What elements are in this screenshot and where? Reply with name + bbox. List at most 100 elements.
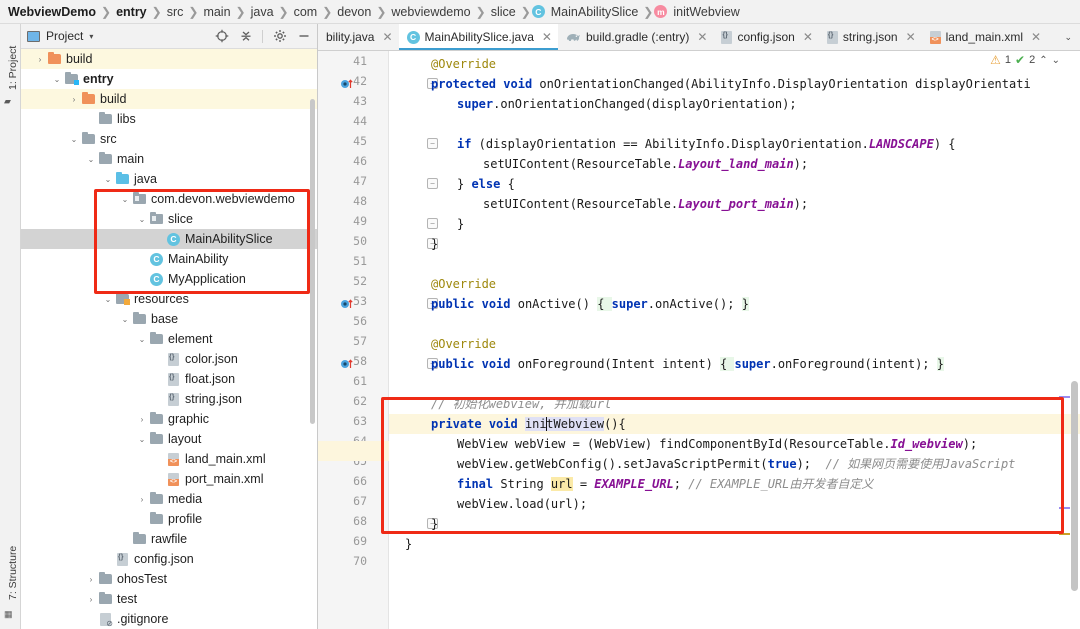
editor-tab-bility-java[interactable]: bility.java✕	[318, 24, 399, 50]
project-tree-scrollbar[interactable]	[310, 99, 315, 424]
code-lines[interactable]: @Overrideprotected void onOrientationCha…	[389, 51, 1080, 629]
tree-item-element[interactable]: ⌄element	[21, 329, 317, 349]
tree-item-com-devon-webviewdemo[interactable]: ⌄com.devon.webviewdemo	[21, 189, 317, 209]
line-number[interactable]: 43	[318, 94, 367, 108]
code-line-43[interactable]: super.onOrientationChanged(displayOrient…	[405, 94, 797, 114]
code-line-41[interactable]: @Override	[405, 54, 496, 74]
tab-overflow-chevron-icon[interactable]: ⌄	[1056, 24, 1080, 50]
breadcrumb-item-java[interactable]: java	[247, 5, 278, 19]
editor-tab-config-json[interactable]: config.json✕	[713, 24, 818, 50]
chevron-down-icon[interactable]: ⌄	[119, 315, 131, 324]
editor-tab-string-json[interactable]: string.json✕	[819, 24, 922, 50]
breadcrumb-item-initwebview[interactable]: minitWebview	[654, 5, 743, 19]
line-number[interactable]: 44	[318, 114, 367, 128]
editor-tab-land-main-xml[interactable]: land_main.xml✕	[922, 24, 1047, 50]
line-number[interactable]: 63	[318, 414, 367, 428]
line-number[interactable]: 46	[318, 154, 367, 168]
tree-item-land-main-xml[interactable]: land_main.xml	[21, 449, 317, 469]
line-number[interactable]: 51	[318, 254, 367, 268]
chevron-down-icon[interactable]: ⌄	[51, 75, 63, 84]
code-line-42[interactable]: protected void onOrientationChanged(Abil…	[405, 74, 1031, 94]
code-line-66[interactable]: final String url = EXAMPLE_URL; // EXAMP…	[405, 474, 873, 494]
line-number[interactable]: 57	[318, 334, 367, 348]
tree-item-color-json[interactable]: color.json	[21, 349, 317, 369]
tree-item-src[interactable]: ⌄src	[21, 129, 317, 149]
tree-item--gitignore[interactable]: .gitignore	[21, 609, 317, 629]
code-line-62[interactable]: // 初始化webview, 并加载url	[405, 394, 611, 414]
tree-item-build[interactable]: ›build	[21, 89, 317, 109]
breadcrumb-item-devon[interactable]: devon	[333, 5, 375, 19]
code-line-65[interactable]: webView.getWebConfig().setJavaScriptPerm…	[405, 454, 1015, 474]
chevron-right-icon[interactable]: ›	[136, 415, 148, 424]
tree-item-mainability[interactable]: CMainAbility	[21, 249, 317, 269]
chevron-right-icon[interactable]: ›	[85, 595, 97, 604]
line-number[interactable]: 62	[318, 394, 367, 408]
breadcrumb-item-mainabilityslice[interactable]: CMainAbilitySlice	[532, 5, 643, 19]
code-line-47[interactable]: } else {	[405, 174, 515, 194]
code-line-50[interactable]: }	[405, 234, 438, 254]
tree-item-rawfile[interactable]: rawfile	[21, 529, 317, 549]
settings-gear-icon[interactable]	[272, 29, 287, 44]
tree-item-build[interactable]: ›build	[21, 49, 317, 69]
tree-item-string-json[interactable]: string.json	[21, 389, 317, 409]
tree-item-java[interactable]: ⌄java	[21, 169, 317, 189]
code-line-63[interactable]: private void initWebview(){	[405, 414, 626, 434]
chevron-down-icon[interactable]: ⌄	[119, 195, 131, 204]
breadcrumb-item-webviewdemo[interactable]: webviewdemo	[387, 5, 474, 19]
code-line-45[interactable]: if (displayOrientation == AbilityInfo.Di…	[405, 134, 956, 154]
code-folding-gutter[interactable]: −−−−−−−−−	[371, 51, 389, 629]
chevron-down-icon[interactable]: ⌄	[1052, 55, 1060, 66]
inspection-widget[interactable]: ⚠ 1 ✔ 2 ⌃ ⌄	[990, 53, 1060, 67]
code-line-46[interactable]: setUIContent(ResourceTable.Layout_land_m…	[405, 154, 808, 174]
chevron-up-icon[interactable]: ⌃	[1039, 55, 1047, 66]
line-number[interactable]: 66	[318, 474, 367, 488]
rail-item-project[interactable]: 1: Project	[7, 30, 19, 90]
breadcrumb-item-src[interactable]: src	[163, 5, 188, 19]
line-number[interactable]: 47	[318, 174, 367, 188]
editor-tab-mainabilityslice-java[interactable]: CMainAbilitySlice.java✕	[399, 24, 558, 50]
override-method-gutter-icon[interactable]	[340, 77, 354, 91]
close-icon[interactable]: ✕	[697, 30, 707, 44]
chevron-right-icon[interactable]: ›	[34, 55, 46, 64]
code-line-69[interactable]: }	[405, 534, 412, 554]
line-number[interactable]: 50	[318, 234, 367, 248]
tree-item-base[interactable]: ⌄base	[21, 309, 317, 329]
tree-item-media[interactable]: ›media	[21, 489, 317, 509]
code-line-68[interactable]: }	[405, 514, 438, 534]
tree-item-libs[interactable]: libs	[21, 109, 317, 129]
chevron-right-icon[interactable]: ›	[136, 495, 148, 504]
tree-item-myapplication[interactable]: CMyApplication	[21, 269, 317, 289]
rail-item-structure[interactable]: 7: Structure	[7, 540, 19, 600]
line-number[interactable]: 52	[318, 274, 367, 288]
line-number[interactable]: 45	[318, 134, 367, 148]
tree-item-layout[interactable]: ⌄layout	[21, 429, 317, 449]
line-number[interactable]: 70	[318, 554, 367, 568]
tree-item-resources[interactable]: ⌄resources	[21, 289, 317, 309]
breadcrumb-item-com[interactable]: com	[290, 5, 322, 19]
collapse-all-icon[interactable]	[238, 29, 253, 44]
code-line-67[interactable]: webView.load(url);	[405, 494, 587, 514]
tree-item-graphic[interactable]: ›graphic	[21, 409, 317, 429]
minimize-icon[interactable]	[296, 29, 311, 44]
code-line-52[interactable]: @Override	[405, 274, 496, 294]
tree-item-main[interactable]: ⌄main	[21, 149, 317, 169]
tree-item-test[interactable]: ›test	[21, 589, 317, 609]
tree-item-slice[interactable]: ⌄slice	[21, 209, 317, 229]
line-number[interactable]: 67	[318, 494, 367, 508]
editor-tab-build-gradle-entry-[interactable]: build.gradle (:entry)✕	[558, 24, 713, 50]
tree-item-config-json[interactable]: config.json	[21, 549, 317, 569]
tree-item-ohostest[interactable]: ›ohosTest	[21, 569, 317, 589]
line-number[interactable]: 61	[318, 374, 367, 388]
close-icon[interactable]: ✕	[542, 30, 552, 44]
line-number[interactable]: 68	[318, 514, 367, 528]
chevron-right-icon[interactable]: ›	[85, 575, 97, 584]
close-icon[interactable]: ✕	[906, 30, 916, 44]
line-number[interactable]: 49	[318, 214, 367, 228]
project-tree[interactable]: ›build⌄entry›buildlibs⌄src⌄main⌄java⌄com…	[21, 49, 317, 629]
chevron-right-icon[interactable]: ›	[68, 95, 80, 104]
tree-item-entry[interactable]: ⌄entry	[21, 69, 317, 89]
chevron-down-icon[interactable]: ⌄	[102, 175, 114, 184]
close-icon[interactable]: ✕	[382, 30, 392, 44]
editor-scrollbar[interactable]	[1071, 381, 1078, 591]
breadcrumb-item-entry[interactable]: entry	[112, 5, 151, 19]
